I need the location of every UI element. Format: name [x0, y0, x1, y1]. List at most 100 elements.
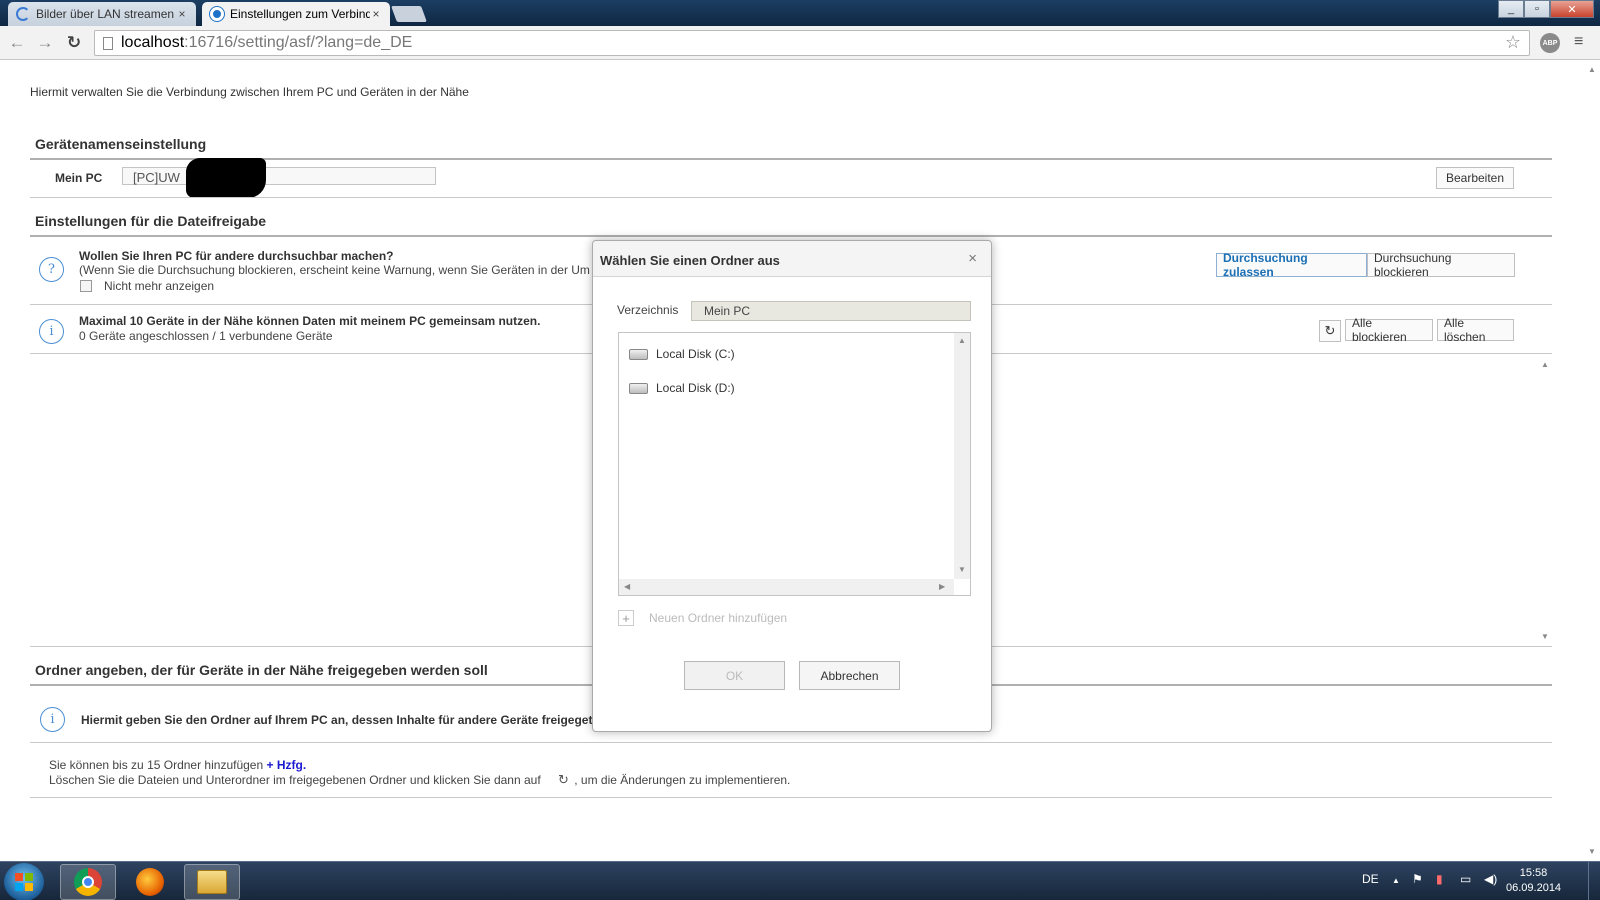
start-button[interactable]: [4, 863, 44, 900]
show-hidden-icons[interactable]: ▲: [1392, 876, 1400, 885]
power-icon[interactable]: ▮: [1436, 872, 1443, 886]
directory-field: Mein PC: [691, 301, 971, 321]
window-controls: _ ▫ ✕: [1498, 0, 1594, 18]
dialog-close-icon[interactable]: ×: [968, 250, 977, 267]
tab-title: Einstellungen zum Verbind: [230, 7, 370, 21]
folder-picker-dialog: Wählen Sie einen Ordner aus × Verzeichni…: [592, 240, 992, 732]
reload-icon[interactable]: ↻: [63, 32, 85, 54]
allow-search-button[interactable]: Durchsuchung zulassen: [1216, 251, 1367, 279]
device-status-text: 0 Geräte angeschlossen / 1 verbundene Ge…: [79, 329, 333, 343]
info-icon: i: [40, 707, 65, 732]
tab-settings[interactable]: Einstellungen zum Verbind ×: [202, 2, 390, 26]
folder-limit-text: Sie können bis zu 15 Ordner hinzufügen: [49, 758, 264, 772]
list-vertical-scrollbar[interactable]: ▲ ▼: [954, 333, 970, 579]
tab-lan-streaming[interactable]: Bilder über LAN streamen ×: [8, 2, 196, 26]
plus-icon: +: [618, 610, 634, 626]
adblock-icon[interactable]: ABP: [1540, 33, 1560, 53]
scroll-down-icon[interactable]: ▼: [958, 565, 966, 574]
delete-text-after: , um die Änderungen zu implementieren.: [574, 773, 791, 787]
url-path: :16716/setting/asf/?lang=de_DE: [184, 34, 413, 51]
directory-label: Verzeichnis: [617, 303, 679, 317]
maximize-icon[interactable]: ▫: [1524, 0, 1550, 18]
show-desktop-button[interactable]: [1588, 862, 1600, 900]
list-item-disk-d[interactable]: Local Disk (D:): [629, 381, 735, 395]
delete-text-before: Löschen Sie die Dateien und Unterordner …: [49, 773, 541, 787]
bookmark-star-icon[interactable]: ☆: [1505, 32, 1521, 53]
tab-close-icon[interactable]: ×: [176, 7, 188, 21]
network-icon[interactable]: ▭: [1460, 872, 1471, 886]
scroll-right-icon[interactable]: ▶: [939, 582, 945, 591]
divider: [30, 797, 1552, 798]
scroll-up-icon[interactable]: ▲: [1541, 360, 1549, 369]
page-icon: [103, 36, 113, 50]
refresh-icon[interactable]: ↻: [1319, 320, 1341, 342]
list-item-disk-c[interactable]: Local Disk (C:): [629, 347, 735, 361]
folder-limit-line: Sie können bis zu 15 Ordner hinzufügen +…: [49, 758, 306, 772]
new-tab-button[interactable]: [391, 6, 427, 22]
block-all-button[interactable]: Alle blockieren: [1345, 316, 1433, 344]
page-scroll-down-icon[interactable]: ▼: [1588, 847, 1596, 856]
dont-show-again-label: Nicht mehr anzeigen: [104, 279, 215, 293]
site-favicon-icon: [210, 7, 224, 21]
minimize-icon[interactable]: _: [1498, 0, 1524, 18]
delete-all-button[interactable]: Alle löschen: [1437, 316, 1514, 344]
taskbar-firefox[interactable]: [122, 864, 178, 900]
clock[interactable]: 15:58 06.09.2014: [1506, 866, 1561, 896]
question-icon: ?: [39, 257, 64, 282]
folder-icon: [197, 870, 227, 894]
folder-info-text: Hiermit geben Sie den Ordner auf Ihrem P…: [81, 713, 593, 727]
forward-icon[interactable]: →: [34, 32, 56, 54]
browser-tab-bar: Bilder über LAN streamen × Einstellungen…: [0, 0, 1600, 26]
drive-icon: [629, 348, 648, 360]
dialog-header: Wählen Sie einen Ordner aus ×: [593, 241, 991, 277]
loading-icon: [16, 7, 30, 21]
firefox-icon: [136, 868, 164, 896]
window-close-icon[interactable]: ✕: [1550, 0, 1594, 18]
back-icon[interactable]: ←: [6, 32, 28, 54]
dont-show-again-checkbox[interactable]: [80, 280, 92, 292]
block-search-button[interactable]: Durchsuchung blockieren: [1367, 251, 1515, 279]
device-name-value: [PC]UW: [133, 170, 180, 185]
list-item-label: Local Disk (D:): [656, 381, 735, 395]
file-sharing-section-title: Einstellungen für die Dateifreigabe: [35, 213, 267, 229]
address-bar[interactable]: localhost:16716/setting/asf/?lang=de_DE …: [94, 30, 1530, 56]
list-item-label: Local Disk (C:): [656, 347, 735, 361]
add-new-folder-label: Neuen Ordner hinzufügen: [649, 611, 788, 625]
scroll-left-icon[interactable]: ◀: [624, 582, 630, 591]
windows-logo-icon: [15, 873, 33, 891]
tab-close-icon[interactable]: ×: [370, 7, 382, 21]
searchable-question: Wollen Sie Ihren PC für andere durchsuch…: [79, 249, 394, 263]
tab-title: Bilder über LAN streamen: [36, 7, 175, 21]
list-horizontal-scrollbar[interactable]: ◀ ▶: [619, 579, 954, 595]
device-name-field: [PC]UW: [122, 167, 436, 185]
scroll-down-icon[interactable]: ▼: [1541, 632, 1549, 641]
add-new-folder[interactable]: + Neuen Ordner hinzufügen: [618, 610, 787, 626]
browser-menu-icon[interactable]: ≡: [1574, 33, 1583, 51]
dialog-title: Wählen Sie einen Ordner aus: [600, 253, 780, 268]
scroll-up-icon[interactable]: ▲: [958, 336, 966, 345]
edit-button[interactable]: Bearbeiten: [1436, 167, 1514, 189]
folder-list: Local Disk (C:) Local Disk (D:) ▲ ▼ ◀ ▶: [618, 332, 971, 596]
folder-section-title: Ordner angeben, der für Geräte in der Nä…: [35, 662, 488, 678]
clock-time: 15:58: [1519, 867, 1548, 879]
device-name-label: Mein PC: [55, 171, 103, 185]
delete-instructions: Löschen Sie die Dateien und Unterordner …: [49, 772, 790, 788]
browser-toolbar: ← → ↻ localhost:16716/setting/asf/?lang=…: [0, 26, 1600, 60]
refresh-inline-icon[interactable]: ↻: [558, 772, 569, 788]
action-center-flag-icon[interactable]: ⚑: [1412, 872, 1423, 886]
page-intro: Hiermit verwalten Sie die Verbindung zwi…: [30, 85, 469, 99]
divider: [30, 197, 1552, 198]
page-scroll-up-icon[interactable]: ▲: [1588, 65, 1596, 74]
divider: [30, 742, 1552, 743]
add-folder-link[interactable]: + Hzfg.: [267, 758, 307, 772]
taskbar-chrome[interactable]: [60, 864, 116, 900]
url-host: localhost: [121, 34, 185, 51]
language-indicator[interactable]: DE: [1362, 872, 1379, 886]
ok-button[interactable]: OK: [684, 661, 785, 690]
taskbar-explorer[interactable]: [184, 864, 240, 900]
volume-icon[interactable]: ◀): [1484, 872, 1497, 886]
cancel-button[interactable]: Abbrechen: [799, 661, 900, 690]
redaction-mark: [186, 158, 266, 198]
directory-value: Mein PC: [704, 304, 751, 318]
chrome-icon: [74, 868, 102, 896]
